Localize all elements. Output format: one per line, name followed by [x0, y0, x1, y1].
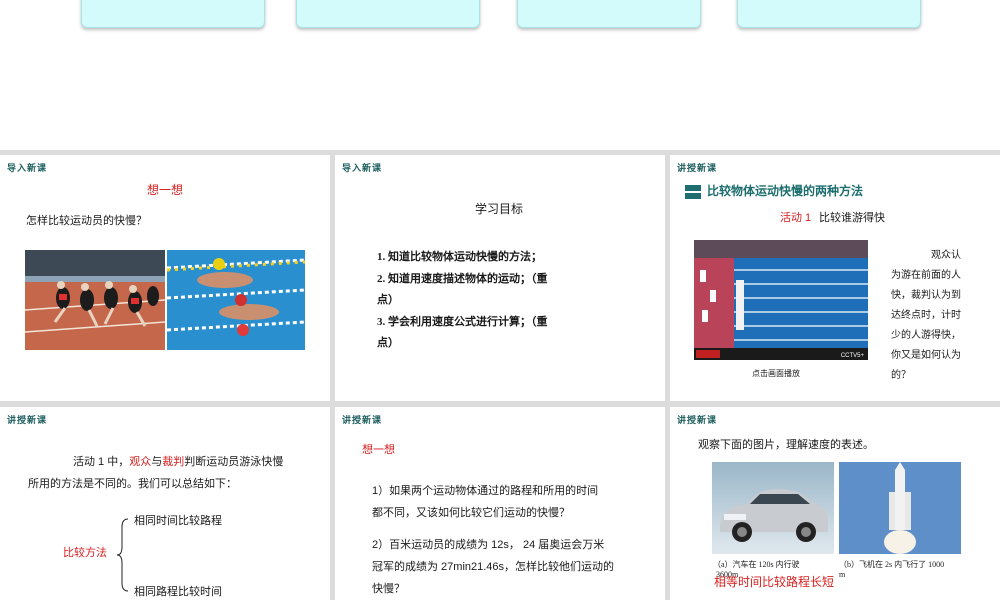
slide-heading: 想一想 [147, 183, 184, 197]
summary-line-1: 活动 1 中，观众与裁判判断运动员游泳快慢 [73, 452, 283, 473]
section-tag: 讲授新课 [7, 415, 48, 425]
text-segment: 与 [151, 456, 163, 468]
conclusion-text: 相等时间比较路程长短 [714, 575, 835, 589]
section-tag: 讲授新课 [677, 163, 718, 173]
preview-card-1[interactable] [81, 0, 265, 28]
play-caption[interactable]: 点击画面播放 [752, 363, 800, 384]
slide-thumbnail-6[interactable]: 讲授新课 观察下面的图片，理解速度的表述。 （a）汽车在 120s 内行驶 36… [670, 407, 1000, 600]
section-tag: 导入新课 [7, 163, 48, 173]
side-text-2: 为游在前面的人 [891, 270, 961, 281]
referee-text: 裁判 [162, 456, 185, 468]
activity-title: 比较谁游得快 [819, 212, 885, 224]
question-1-line-1: 1）如果两个运动物体通过的路程和所用的时间 [372, 485, 599, 497]
text-segment: 判断运动员游泳快慢 [184, 456, 284, 468]
side-text-5: 少的人游得快， [891, 330, 961, 341]
car-photo [712, 462, 834, 554]
side-text-6: 你又是如何认为 [891, 350, 961, 361]
question-2-line-3: 快慢？ [372, 583, 405, 595]
tv-logo: CCTV5+ [840, 353, 864, 359]
section-bar-icon-stripe [685, 191, 701, 193]
question-1-line-2: 都不同，又该如何比较它们运动的快慢？ [372, 507, 570, 519]
goal-line-3: 3. 学会利用速度公式进行计算；（重 [377, 316, 548, 328]
text-segment: 活动 1 中， [73, 456, 130, 468]
brace-icon [116, 518, 129, 592]
swimmers-photo [167, 250, 305, 350]
goal-line-2: 2. 知道用速度描述物体的运动；（重 [377, 273, 548, 285]
rocket-caption-line-2: m [839, 570, 846, 579]
summary-line-2: 所用的方法是不同的。我们可以总结如下： [28, 478, 237, 490]
side-text-7: 的？ [891, 370, 911, 381]
preview-card-4[interactable] [737, 0, 921, 28]
question-2-line-1: 2）百米运动员的成绩为 12s， 24 届奥运会万米 [372, 539, 605, 551]
question-2-line-2: 冠军的成绩为 27min21.46s，怎样比较他们运动的 [372, 561, 615, 573]
goal-line-2-cont: 点） [377, 294, 399, 306]
method-same-time: 相同时间比较路程 [134, 515, 222, 527]
activity-label: 活动 1 [780, 212, 812, 224]
preview-card-2[interactable] [296, 0, 480, 28]
slide-heading: 想一想 [362, 444, 395, 456]
car-caption-line-1: （a）汽车在 120s 内行驶 [713, 560, 800, 569]
section-tag: 讲授新课 [342, 415, 383, 425]
slide-title: 学习目标 [475, 202, 524, 216]
sprinters-photo [25, 250, 165, 350]
section-tag: 导入新课 [342, 163, 383, 173]
preview-card-3[interactable] [517, 0, 701, 28]
slide-thumbnail-1[interactable]: 导入新课 想一想 怎样比较运动员的快慢？ [0, 155, 330, 401]
slide-thumbnail-3[interactable]: 讲授新课 比较物体运动快慢的两种方法 活动 1 比较谁游得快 CCTV5+ 点击… [670, 155, 1000, 401]
method-same-distance: 相同路程比较时间 [134, 586, 222, 598]
section-tag: 讲授新课 [677, 415, 718, 425]
side-text-4: 达终点时，计时 [891, 310, 961, 321]
rocket-caption-line-1: （b）飞机在 2s 内飞行了 1000 [839, 560, 945, 569]
side-text-3: 快，裁判认为到 [891, 290, 961, 301]
side-text-1: 观众认 [931, 250, 961, 261]
section-title: 比较物体运动快慢的两种方法 [707, 184, 864, 198]
slide-thumbnail-2[interactable]: 导入新课 学习目标 1. 知道比较物体运动快慢的方法； 2. 知道用速度描述物体… [335, 155, 665, 401]
audience-text: 观众 [129, 456, 152, 468]
goal-line-1: 1. 知道比较物体运动快慢的方法； [377, 251, 542, 263]
slide-thumbnail-5[interactable]: 讲授新课 想一想 1）如果两个运动物体通过的路程和所用的时间 都不同，又该如何比… [335, 407, 665, 600]
question-text: 怎样比较运动员的快慢？ [26, 215, 147, 227]
goal-line-3-cont: 点） [377, 337, 399, 349]
slide-thumbnail-4[interactable]: 讲授新课 活动 1 中，观众与裁判判断运动员游泳快慢 所用的方法是不同的。我们可… [0, 407, 330, 600]
intro-text: 观察下面的图片，理解速度的表述。 [698, 439, 874, 451]
rocket-photo [839, 462, 961, 554]
swimming-video-player[interactable]: CCTV5+ [694, 240, 868, 360]
method-label: 比较方法 [63, 547, 107, 559]
